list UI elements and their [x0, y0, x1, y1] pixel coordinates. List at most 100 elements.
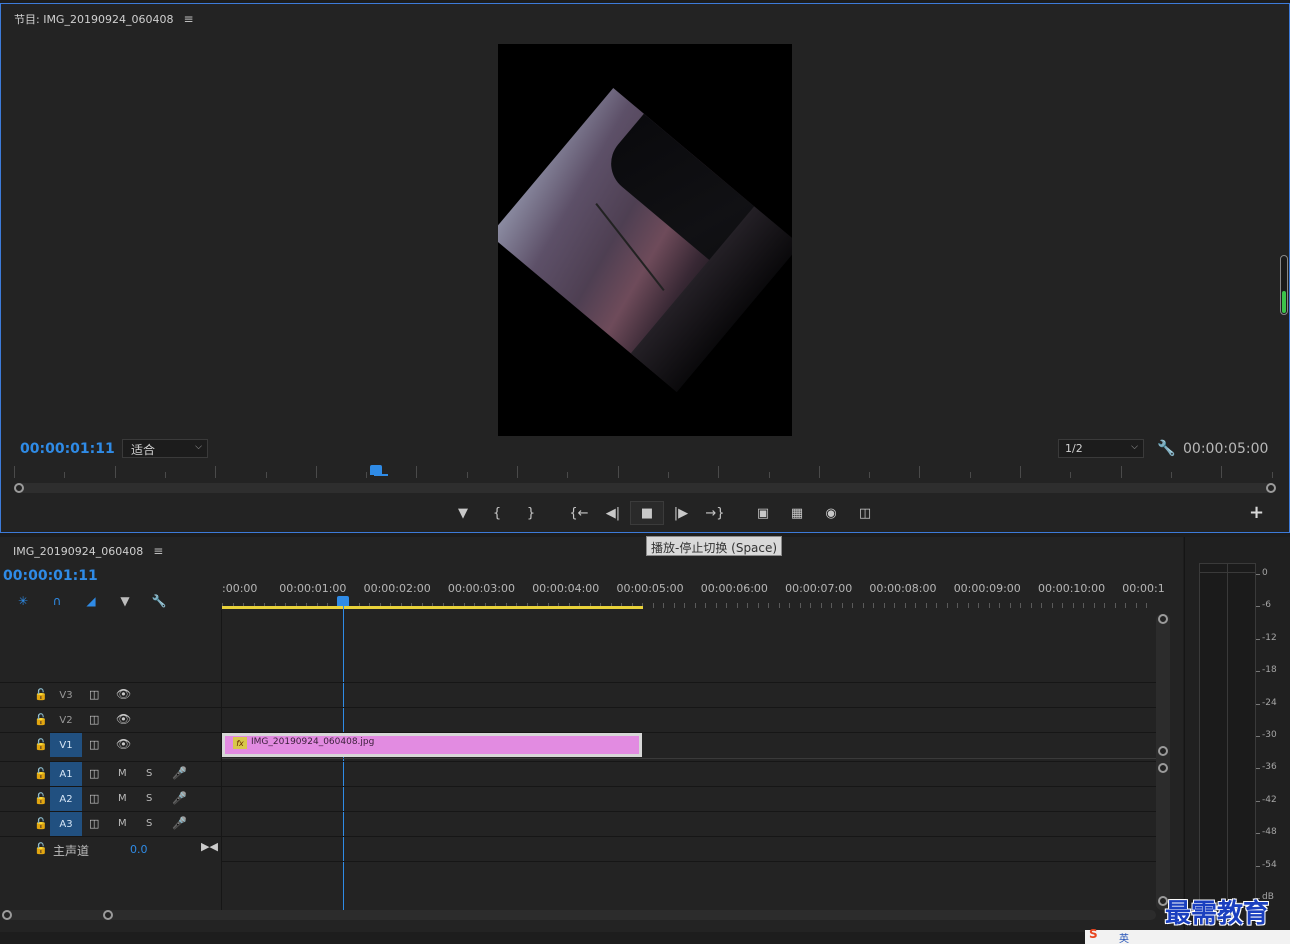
lock-icon[interactable]: 🔓: [34, 738, 48, 751]
mark-in-icon[interactable]: {: [480, 501, 514, 525]
master-volume-value[interactable]: 0.0: [130, 843, 148, 856]
db-tick: [1256, 736, 1260, 737]
mini-ruler-tick: [1221, 466, 1223, 478]
mute-button[interactable]: M: [118, 818, 127, 829]
lock-icon[interactable]: 🔓: [34, 817, 48, 830]
mini-ruler-tick: [969, 472, 971, 478]
eye-icon[interactable]: 👁: [116, 687, 131, 701]
program-zoom-scrollbar[interactable]: [14, 483, 1276, 493]
lift-icon[interactable]: ▣: [746, 501, 780, 525]
ruler-tick: [904, 603, 906, 608]
timeline-vertical-scrollbar[interactable]: [1156, 614, 1170, 910]
solo-button[interactable]: S: [146, 768, 152, 779]
go-to-in-icon[interactable]: {←: [562, 501, 596, 525]
microphone-icon[interactable]: 🎤: [172, 816, 187, 830]
track-target-v2[interactable]: V2: [50, 708, 82, 732]
linked-selection-icon[interactable]: ◢: [74, 593, 108, 609]
playback-resolution-select[interactable]: 1/2 ⌵: [1058, 439, 1144, 458]
mute-button[interactable]: M: [118, 793, 127, 804]
mark-out-icon[interactable]: }: [514, 501, 548, 525]
microphone-icon[interactable]: 🎤: [172, 791, 187, 805]
track-target-a2[interactable]: A2: [50, 787, 82, 811]
lock-icon[interactable]: 🔓: [34, 842, 48, 855]
snap-magnet-icon[interactable]: ∩: [40, 593, 74, 609]
compare-icon[interactable]: ◫: [848, 501, 882, 525]
zoom-handle-left[interactable]: [14, 483, 24, 493]
sync-lock-icon[interactable]: ◫: [89, 688, 99, 701]
resolution-select-value: 1/2: [1065, 442, 1083, 455]
mini-ruler-tick: [466, 472, 468, 478]
hscroll-handle-left[interactable]: [2, 910, 12, 920]
track-headers: 🔓 V3 ◫ 👁 🔓 V2 ◫ 👁 🔓 V1 ◫ 👁 🔓 A1 ◫ M S 🎤 …: [0, 682, 221, 861]
go-to-out-icon[interactable]: →}: [698, 501, 732, 525]
ruler-tick: [873, 603, 874, 608]
ruler-tick: [1009, 603, 1011, 608]
ruler-tick: [967, 603, 969, 608]
track-target-a1[interactable]: A1: [50, 762, 82, 786]
lock-icon[interactable]: 🔓: [34, 767, 48, 780]
eye-icon[interactable]: 👁: [116, 712, 131, 726]
solo-button[interactable]: S: [146, 818, 152, 829]
microphone-icon[interactable]: 🎤: [172, 766, 187, 780]
go-to-edit-icon[interactable]: ▶◀: [201, 840, 218, 853]
db-tick: [1256, 671, 1260, 673]
panel-menu-icon[interactable]: ≡: [183, 12, 193, 26]
plus-icon[interactable]: +: [1249, 502, 1264, 523]
extract-icon[interactable]: ▦: [780, 501, 814, 525]
lock-icon[interactable]: 🔓: [34, 713, 48, 726]
track-target-a3[interactable]: A3: [50, 812, 82, 836]
mute-button[interactable]: M: [118, 768, 127, 779]
wrench-icon[interactable]: 🔧: [142, 593, 176, 609]
timeline-horizontal-scrollbar[interactable]: [2, 910, 1156, 920]
program-mini-ruler[interactable]: [14, 466, 1273, 480]
ruler-tick: [694, 603, 696, 608]
marker-icon[interactable]: ▼: [446, 501, 480, 525]
panel-menu-icon[interactable]: ≡: [153, 544, 163, 558]
video-clip[interactable]: fx IMG_20190924_060408.jpg: [222, 733, 642, 757]
program-monitor-title[interactable]: 节目: IMG_20190924_060408 ≡: [14, 11, 194, 27]
nest-icon[interactable]: ✳: [6, 593, 40, 609]
vscroll-handle-top[interactable]: [1158, 614, 1168, 624]
step-back-icon[interactable]: ◀|: [596, 501, 630, 525]
ruler-tick: [957, 603, 958, 608]
sync-lock-icon[interactable]: ◫: [89, 738, 99, 751]
add-marker-icon[interactable]: ▼: [108, 593, 142, 609]
sync-lock-icon[interactable]: ◫: [89, 817, 99, 830]
play-stop-tooltip: 播放-停止切换 (Space): [646, 536, 783, 556]
eye-icon[interactable]: 👁: [116, 737, 131, 751]
stop-icon[interactable]: ■: [630, 501, 664, 525]
ruler-label: 00:00:04:00: [532, 582, 600, 595]
step-forward-icon[interactable]: |▶: [664, 501, 698, 525]
wrench-icon[interactable]: 🔧: [1157, 439, 1176, 457]
track-target-v1[interactable]: V1: [50, 733, 82, 757]
track-target-v3[interactable]: V3: [50, 683, 82, 707]
lock-icon[interactable]: 🔓: [34, 792, 48, 805]
program-current-timecode[interactable]: 00:00:01:11: [20, 441, 115, 457]
vscroll-handle-mid-a[interactable]: [1158, 746, 1168, 756]
sync-lock-icon[interactable]: ◫: [89, 713, 99, 726]
ime-icon[interactable]: S: [1089, 927, 1098, 941]
hscroll-handle-right[interactable]: [103, 910, 113, 920]
zoom-handle-right[interactable]: [1266, 483, 1276, 493]
work-area-bar[interactable]: [222, 606, 643, 609]
ruler-tick: [1093, 603, 1095, 608]
timeline-playhead[interactable]: [337, 596, 349, 606]
fx-badge[interactable]: fx: [233, 737, 247, 749]
ruler-tick: [1146, 603, 1147, 608]
db-label: -54: [1262, 859, 1277, 870]
language-indicator[interactable]: 英: [1119, 930, 1129, 944]
program-video-frame: [498, 44, 792, 436]
sequence-current-timecode[interactable]: 00:00:01:11: [3, 568, 98, 584]
vscroll-handle-mid-b[interactable]: [1158, 763, 1168, 773]
lock-icon[interactable]: 🔓: [34, 688, 48, 701]
sync-lock-icon[interactable]: ◫: [89, 792, 99, 805]
camera-icon[interactable]: ◉: [814, 501, 848, 525]
sync-lock-icon[interactable]: ◫: [89, 767, 99, 780]
program-playhead[interactable]: [370, 465, 388, 476]
fit-zoom-select[interactable]: 适合 ⌵: [122, 439, 208, 458]
mini-ruler-tick: [567, 472, 569, 478]
mini-ruler-tick: [1070, 472, 1072, 478]
solo-button[interactable]: S: [146, 793, 152, 804]
sequence-tab[interactable]: IMG_20190924_060408 ≡: [13, 544, 163, 558]
ruler-tick: [936, 603, 937, 608]
